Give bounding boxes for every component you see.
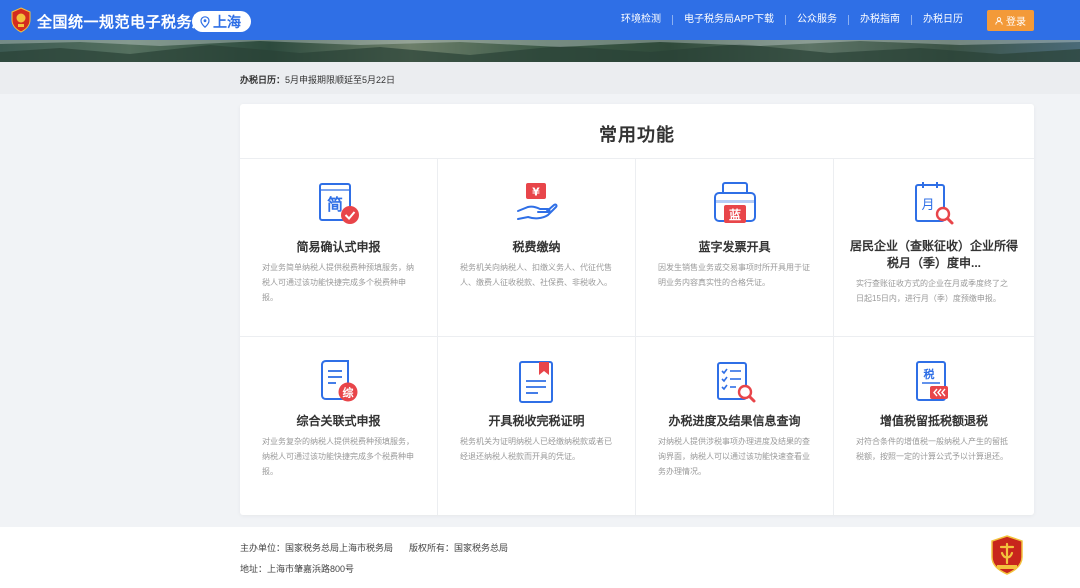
nav-public-service[interactable]: 公众服务 xyxy=(785,15,848,25)
location-pin-icon xyxy=(200,15,210,28)
nav-app-download[interactable]: 电子税务局APP下载 xyxy=(671,15,785,25)
function-title: 开具税收完税证明 xyxy=(488,414,585,428)
svg-text:综: 综 xyxy=(343,386,354,400)
site-title: 全国统一规范电子税务局 xyxy=(37,14,208,31)
function-simple-declare[interactable]: 简 简易确认式申报 对业务简单纳税人提供税费种预填服务，纳税人可通过该功能快捷完… xyxy=(240,159,438,337)
function-title: 办税进度及结果信息查询 xyxy=(668,414,801,428)
login-button[interactable]: 登录 xyxy=(987,10,1034,31)
function-tax-certificate[interactable]: 开具税收完税证明 税务机关为证明纳税人已经缴纳税款或者已经退还纳税人税款而开具的… xyxy=(438,337,636,515)
function-corporate-income-tax[interactable]: 月 居民企业（查账征收）企业所得税月（季）度申... 实行查账征收方式的企业在月… xyxy=(834,159,1034,337)
function-combined-declare[interactable]: 综 综合关联式申报 对业务复杂的纳税人提供税费种预填服务，纳税人可通过该功能快捷… xyxy=(240,337,438,515)
progress-query-icon xyxy=(717,362,756,403)
vat-refund-icon: 税 xyxy=(916,361,948,401)
svg-text:税: 税 xyxy=(924,367,935,381)
function-description: 对业务复杂的纳税人提供税费种预填服务，纳税人可通过该功能快捷完成多个税费种申报。 xyxy=(262,437,414,476)
tax-payment-icon: ¥ xyxy=(517,183,558,220)
location-label: 上海 xyxy=(213,13,241,30)
function-title: 综合关联式申报 xyxy=(296,414,381,428)
function-description: 实行查账征收方式的企业在月或季度终了之日起15日内，进行月（季）度预缴申报。 xyxy=(856,279,1008,303)
invoice-print-icon: 蓝 xyxy=(714,182,756,223)
function-description: 对符合条件的增值税一般纳税人产生的留抵税额，按照一定的计算公式予以计算退还。 xyxy=(856,437,1008,461)
function-description: 因发生销售业务或交易事项时所开具用于证明业务内容真实性的合格凭证。 xyxy=(658,263,810,287)
function-tax-payment[interactable]: ¥ 税费缴纳 税务机关向纳税人、扣缴义务人、代征代售人、缴费人征收税款、社保费、… xyxy=(438,159,636,337)
footer-host: 主办单位：国家税务总局上海市税务局 xyxy=(240,543,394,553)
function-progress-query[interactable]: 办税进度及结果信息查询 对纳税人提供涉税事项办理进度及结果的查询界面，纳税人可以… xyxy=(636,337,834,515)
footer-org-line: 主办单位：国家税务总局上海市税务局 版权所有：国家税务总局 xyxy=(240,541,508,554)
function-description: 对业务简单纳税人提供税费种预填服务，纳税人可通过该功能快捷完成多个税费种申报。 xyxy=(262,263,414,302)
monthly-declare-icon: 月 xyxy=(915,182,954,225)
footer-address: 地址：上海市肇嘉浜路800号 xyxy=(240,564,355,574)
function-title: 蓝字发票开具 xyxy=(698,240,771,254)
svg-text:月: 月 xyxy=(921,198,934,213)
nav-environment-check[interactable]: 环境检测 xyxy=(610,15,672,25)
page-footer: 主办单位：国家税务总局上海市税务局 版权所有：国家税务总局 地址：上海市肇嘉浜路8… xyxy=(0,527,1080,588)
function-description: 税务机关为证明纳税人已经缴纳税款或者已经退还纳税人税款而开具的凭证。 xyxy=(460,437,612,461)
footer-copyright: 版权所有：国家税务总局 xyxy=(409,543,509,553)
notice-bar: 办税日历：5月申报期限顺延至5月22日 xyxy=(0,62,1080,94)
mountain-scenery-image xyxy=(0,40,1080,62)
combined-declare-icon: 综 xyxy=(321,360,358,402)
login-label: 登录 xyxy=(1006,17,1026,28)
svg-text:¥: ¥ xyxy=(532,186,540,199)
nav-tax-calendar[interactable]: 办税日历 xyxy=(911,15,974,25)
svg-text:简: 简 xyxy=(327,195,343,214)
location-selector[interactable]: 上海 xyxy=(192,11,251,32)
top-header: 全国统一规范电子税务局 上海 环境检测 电子税务局APP下载 公众服务 办税指南… xyxy=(0,0,1080,40)
function-vat-refund[interactable]: 税 增值税留抵税额退税 对符合条件的增值税一般纳税人产生的留抵税额，按照一定的计… xyxy=(834,337,1034,515)
panel-title: 常用功能 xyxy=(599,125,675,145)
function-grid: 简 简易确认式申报 对业务简单纳税人提供税费种预填服务，纳税人可通过该功能快捷完… xyxy=(240,159,1034,515)
landscape-banner xyxy=(0,40,1080,62)
top-nav: 环境检测 电子税务局APP下载 公众服务 办税指南 办税日历 xyxy=(610,0,974,40)
tax-certificate-icon xyxy=(519,361,553,403)
tax-emblem-icon xyxy=(11,7,31,33)
function-description: 对纳税人提供涉税事项办理进度及结果的查询界面，纳税人可以通过该功能快速查看业务办… xyxy=(658,437,810,476)
svg-text:蓝: 蓝 xyxy=(729,207,741,222)
function-title: 税费缴纳 xyxy=(512,240,561,254)
notice-content: 5月申报期限顺延至5月22日 xyxy=(285,75,396,85)
function-title: 简易确认式申报 xyxy=(296,240,381,254)
simple-declare-icon: 简 xyxy=(319,183,359,224)
function-title: 增值税留抵税额退税 xyxy=(879,414,988,428)
function-title: 居民企业（查账征收）企业所得税月（季）度申... xyxy=(850,239,1019,270)
user-icon xyxy=(995,16,1003,25)
function-description: 税务机关向纳税人、扣缴义务人、代征代售人、缴费人征收税款、社保费、非税收入。 xyxy=(460,263,612,287)
tax-calendar-notice[interactable]: 办税日历：5月申报期限顺延至5月22日 xyxy=(240,73,395,86)
common-functions-panel: 常用功能 简 简易确认式申报 对业务简单纳税人提供税费种预填服务，纳税人可通过该… xyxy=(240,104,1034,515)
nav-tax-guide[interactable]: 办税指南 xyxy=(848,15,911,25)
function-blue-invoice[interactable]: 蓝 蓝字发票开具 因发生销售业务或交易事项时所开具用于证明业务内容真实性的合格凭… xyxy=(636,159,834,337)
party-government-badge-icon[interactable] xyxy=(990,535,1024,575)
notice-label: 办税日历： xyxy=(240,75,286,85)
